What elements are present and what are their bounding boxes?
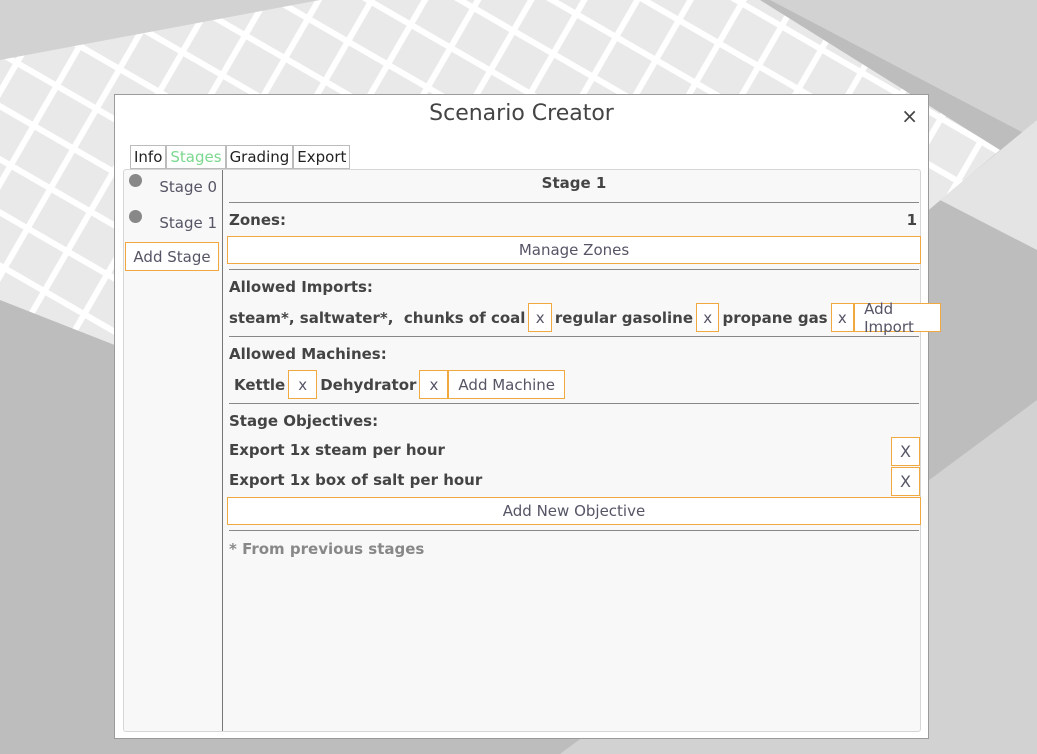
allowed-machines-label: Allowed Machines: bbox=[229, 345, 387, 363]
stage-label: Stage 1 bbox=[159, 214, 217, 232]
stage-status-dot bbox=[129, 174, 142, 187]
stages-panel: Stage 0 Stage 1 Add Stage Stage 1 Zones:… bbox=[123, 169, 941, 732]
stage-label: Stage 0 bbox=[159, 178, 217, 196]
remove-import-button[interactable]: x bbox=[830, 303, 855, 332]
divider bbox=[229, 269, 919, 270]
close-icon[interactable]: × bbox=[901, 105, 918, 127]
tab-stages[interactable]: Stages bbox=[166, 145, 226, 169]
remove-import-button[interactable]: x bbox=[696, 303, 720, 332]
add-objective-button[interactable]: Add New Objective bbox=[227, 497, 921, 525]
stage-sidebar: Stage 0 Stage 1 Add Stage bbox=[124, 170, 223, 731]
objective-item: Export 1x steam per hour bbox=[229, 441, 445, 459]
imports-row: steam*, saltwater*, chunks of coal x reg… bbox=[229, 300, 941, 336]
add-import-button[interactable]: Add Import bbox=[854, 300, 941, 336]
stage-objectives-label: Stage Objectives: bbox=[229, 412, 379, 430]
sidebar-item-stage-1[interactable]: Stage 1 bbox=[124, 206, 223, 236]
remove-objective-button[interactable]: X bbox=[891, 467, 920, 496]
tab-info[interactable]: Info bbox=[130, 145, 167, 169]
objective-item: Export 1x box of salt per hour bbox=[229, 471, 483, 489]
remove-machine-button[interactable]: x bbox=[419, 370, 449, 399]
remove-import-button[interactable]: x bbox=[528, 303, 552, 332]
divider bbox=[229, 530, 919, 531]
divider bbox=[229, 202, 919, 203]
tab-bar: Info Stages Grading Export bbox=[130, 145, 351, 169]
stage-title: Stage 1 bbox=[541, 174, 607, 192]
allowed-imports-label: Allowed Imports: bbox=[229, 278, 373, 296]
inherited-footnote: * From previous stages bbox=[229, 540, 425, 558]
add-stage-button[interactable]: Add Stage bbox=[125, 242, 219, 271]
machine-item: Dehydrator bbox=[320, 375, 417, 394]
tab-grading[interactable]: Grading bbox=[225, 145, 294, 169]
import-item: chunks of coal bbox=[403, 308, 526, 327]
remove-machine-button[interactable]: x bbox=[288, 370, 318, 399]
divider bbox=[229, 336, 919, 337]
machines-row: Kettle x Dehydrator x Add Machine bbox=[234, 370, 566, 399]
machine-item: Kettle bbox=[234, 375, 286, 394]
sidebar-item-stage-0[interactable]: Stage 0 bbox=[124, 170, 223, 200]
scenario-creator-dialog: Scenario Creator × Info Stages Grading E… bbox=[114, 94, 941, 739]
stage-editor: Stage 1 Zones: 1 Manage Zones Allowed Im… bbox=[227, 170, 941, 731]
zones-label: Zones: bbox=[229, 211, 286, 229]
add-machine-button[interactable]: Add Machine bbox=[448, 370, 566, 399]
remove-objective-button[interactable]: X bbox=[891, 437, 920, 466]
stage-status-dot bbox=[129, 210, 142, 223]
zones-count: 1 bbox=[906, 211, 917, 229]
divider bbox=[229, 403, 919, 404]
import-item: regular gasoline bbox=[554, 308, 693, 327]
dialog-title: Scenario Creator bbox=[429, 101, 614, 126]
tab-export[interactable]: Export bbox=[293, 145, 351, 169]
manage-zones-button[interactable]: Manage Zones bbox=[227, 236, 921, 264]
import-item: propane gas bbox=[722, 308, 828, 327]
inherited-imports: steam*, saltwater*, bbox=[229, 308, 404, 327]
